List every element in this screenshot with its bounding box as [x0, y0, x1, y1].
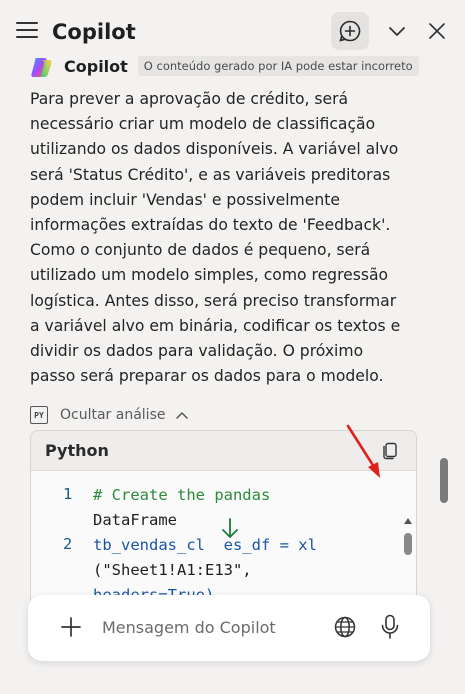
globe-icon[interactable] [333, 615, 357, 639]
menu-icon[interactable] [16, 22, 38, 40]
message-input-bar [28, 595, 430, 661]
python-icon: PY [30, 406, 48, 424]
scroll-up-icon[interactable] [403, 517, 413, 525]
code-scrollbar-thumb[interactable] [404, 533, 412, 555]
line-number: 2 [63, 535, 73, 553]
code-text: # Create the pandas [93, 486, 271, 504]
close-button[interactable] [418, 12, 456, 50]
code-text: ("Sheet1!A1:E13", [93, 561, 252, 579]
copilot-logo-icon [30, 56, 54, 77]
collapse-button[interactable] [378, 12, 416, 50]
line-number: 1 [63, 485, 73, 503]
page-scrollbar-thumb[interactable] [440, 458, 448, 503]
hide-analysis-label: Ocultar análise [60, 407, 166, 423]
code-text: tb_vendas_cl es_df = xl [93, 536, 317, 554]
scroll-down-arrow-icon[interactable] [219, 517, 241, 541]
microphone-icon[interactable] [380, 614, 400, 640]
hide-analysis-toggle[interactable]: PY Ocultar análise [30, 403, 189, 427]
agent-name: Copilot [64, 56, 128, 76]
ai-disclaimer-badge: O conteúdo gerado por IA pode estar inco… [137, 56, 419, 76]
agent-row: Copilot O conteúdo gerado por IA pode es… [30, 52, 419, 80]
new-chat-icon [339, 20, 361, 42]
close-icon [429, 23, 445, 39]
annotation-arrow-icon [346, 424, 380, 478]
chevron-up-icon [176, 412, 189, 419]
app-title: Copilot [52, 20, 136, 44]
chevron-down-icon [389, 27, 405, 36]
code-language-label: Python [45, 441, 109, 460]
assistant-message: Para prever a aprovação de crédito, será… [30, 90, 401, 386]
add-attachment-icon[interactable] [60, 616, 82, 638]
code-text: DataFrame [93, 511, 177, 529]
new-chat-button[interactable] [331, 12, 369, 50]
message-input[interactable] [102, 613, 322, 641]
